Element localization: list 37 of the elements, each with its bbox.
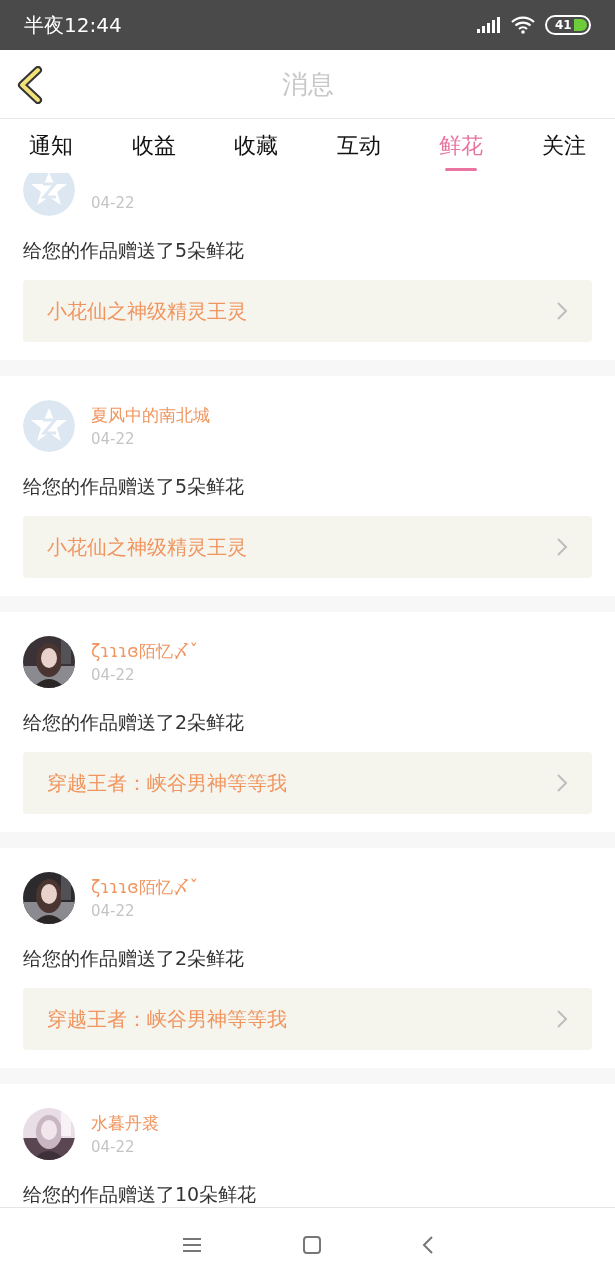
tab[interactable]: 关注 <box>512 119 615 173</box>
date: 04-22 <box>91 194 135 212</box>
notification-message: 给您的作品赠送了5朵鲜花 <box>23 238 246 263</box>
chevron-icon <box>556 1009 568 1029</box>
chevron-icon <box>556 301 568 321</box>
tab[interactable]: 收藏 <box>205 119 308 173</box>
notification-message: 给您的作品赠送了2朵鲜花 <box>23 710 246 735</box>
battery-charge-fill <box>573 19 587 31</box>
work-link[interactable]: 穿越王者：峡谷男神等等我 <box>23 988 592 1050</box>
wifi-icon <box>511 16 535 34</box>
user-name[interactable]: 水暮丹裘 <box>91 1112 159 1134</box>
signal-icon <box>477 17 501 33</box>
date: 04-22 <box>91 430 136 448</box>
tab[interactable]: 收益 <box>102 119 205 173</box>
notification-message: 给您的作品赠送了10朵鲜花 <box>23 1182 258 1207</box>
default-avatar-icon <box>23 173 75 216</box>
user-name[interactable]: ζɿɿɿɞ陌忆〆ˇ <box>91 640 199 662</box>
default-avatar-icon <box>23 400 75 452</box>
notification-message: 给您的作品赠送了5朵鲜花 <box>23 474 246 499</box>
battery-level: 41 <box>555 18 572 32</box>
tab[interactable]: 通知 <box>0 119 103 173</box>
status-time: 半夜12:44 <box>24 11 123 39</box>
menu-icon[interactable] <box>181 1237 202 1253</box>
notification-message: 给您的作品赠送了2朵鲜花 <box>23 946 246 971</box>
user-name[interactable]: ζɿɿɿɞ陌忆〆ˇ <box>91 876 199 898</box>
tab[interactable]: 鲜花 <box>410 119 513 173</box>
user-name[interactable]: 夏风中的南北城 <box>91 404 210 426</box>
date: 04-22 <box>91 666 136 684</box>
work-link[interactable]: 小花仙之神级精灵王灵 <box>23 280 592 342</box>
home-icon[interactable] <box>301 1235 322 1255</box>
date: 04-22 <box>91 902 136 920</box>
date: 04-22 <box>91 1138 136 1156</box>
work-link[interactable]: 穿越王者：峡谷男神等等我 <box>23 752 592 814</box>
tab[interactable]: 互动 <box>307 119 410 173</box>
work-link[interactable]: 小花仙之神级精灵王灵 <box>23 516 592 578</box>
chevron-icon <box>556 773 568 793</box>
chevron-icon <box>556 537 568 557</box>
